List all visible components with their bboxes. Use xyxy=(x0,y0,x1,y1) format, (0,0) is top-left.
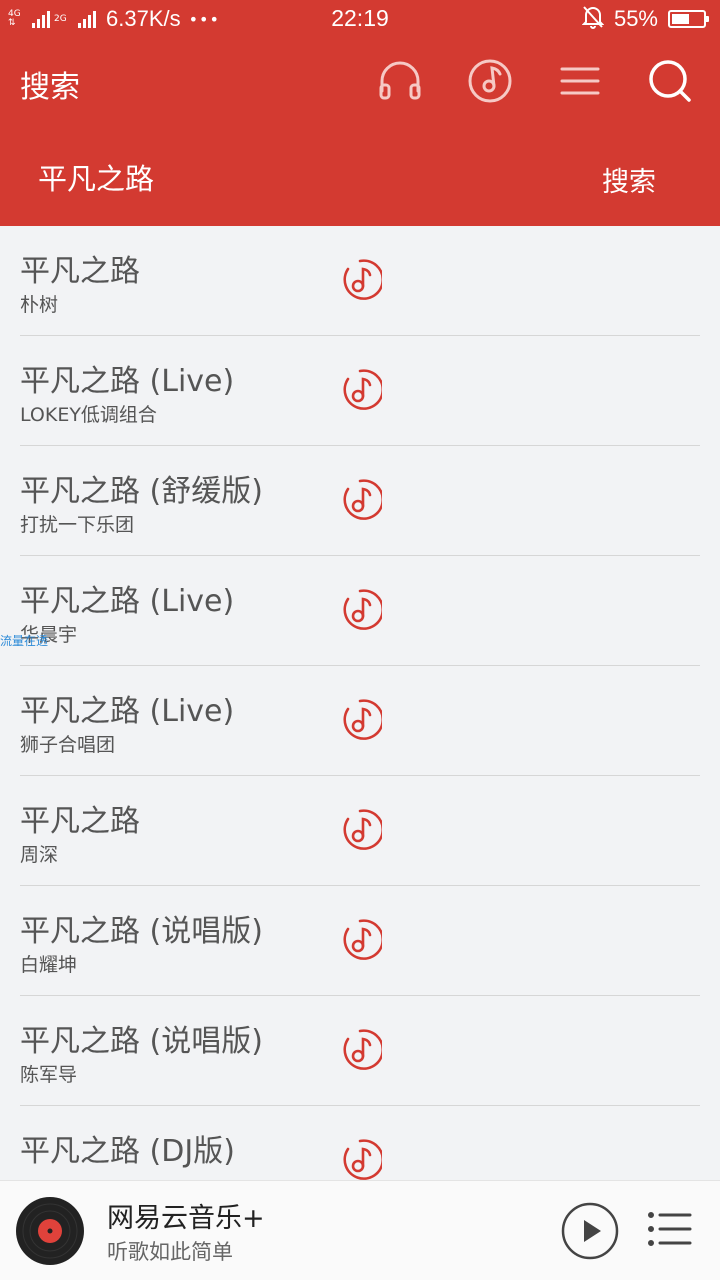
song-title: 平凡之路 (Live) xyxy=(20,694,235,729)
song-artist: 狮子合唱团 xyxy=(20,734,116,756)
headphones-icon[interactable] xyxy=(377,58,423,104)
status-right: 55% xyxy=(581,5,709,33)
play-button[interactable] xyxy=(561,1202,619,1260)
app-header: 搜索 平凡之路 搜索 xyxy=(0,38,720,226)
music-note-play-icon[interactable] xyxy=(338,258,385,302)
music-note-play-icon[interactable] xyxy=(338,808,385,852)
music-note-circle-icon[interactable] xyxy=(467,58,513,104)
watermark-overlay: 流量在透 xyxy=(0,634,49,648)
music-note-play-icon[interactable] xyxy=(338,1138,385,1180)
song-title: 平凡之路 (说唱版) xyxy=(20,914,263,949)
search-input[interactable]: 平凡之路 xyxy=(38,156,154,198)
mute-bell-icon xyxy=(581,5,605,33)
result-row[interactable]: 平凡之路 (Live) 华晨宇 xyxy=(0,556,720,666)
music-note-play-icon[interactable] xyxy=(338,698,385,742)
song-title: 平凡之路 xyxy=(20,254,140,289)
album-disc-icon[interactable] xyxy=(15,1196,85,1266)
battery-icon xyxy=(668,10,709,28)
result-row[interactable]: 平凡之路 周深 xyxy=(0,776,720,886)
result-row[interactable]: 平凡之路 朴树 xyxy=(0,226,720,336)
music-note-play-icon[interactable] xyxy=(338,1028,385,1072)
search-results-list: 平凡之路 朴树 平凡之路 (Live) LOKEY低调组合 平凡之路 (舒缓版) 打扰一下… xyxy=(0,226,720,1180)
song-title: 平凡之路 (DJ版) xyxy=(20,1134,235,1169)
mini-player[interactable]: 网易云音乐+ 听歌如此简单 xyxy=(0,1180,720,1280)
page-title: 搜索 xyxy=(20,70,80,105)
song-title: 平凡之路 (说唱版) xyxy=(20,1024,263,1059)
song-title: 平凡之路 (舒缓版) xyxy=(20,474,263,509)
result-row[interactable]: 平凡之路 (说唱版) 陈军导 xyxy=(0,996,720,1106)
song-title: 平凡之路 (Live) xyxy=(20,364,235,399)
result-row[interactable]: 平凡之路 (舒缓版) 打扰一下乐团 xyxy=(0,446,720,556)
player-title: 网易云音乐+ xyxy=(107,1203,265,1234)
search-button[interactable]: 搜索 xyxy=(602,160,656,199)
playlist-queue-icon[interactable] xyxy=(646,1209,694,1249)
song-artist: 白耀坤 xyxy=(20,954,78,976)
song-artist: LOKEY低调组合 xyxy=(20,404,157,426)
music-note-play-icon[interactable] xyxy=(338,368,385,412)
music-note-play-icon[interactable] xyxy=(338,588,385,632)
search-icon[interactable] xyxy=(647,58,693,104)
song-artist: 周深 xyxy=(20,844,59,866)
result-row[interactable]: 平凡之路 (说唱版) 白耀坤 xyxy=(0,886,720,996)
player-subtitle: 听歌如此简单 xyxy=(107,1240,233,1264)
music-note-play-icon[interactable] xyxy=(338,478,385,522)
music-note-play-icon[interactable] xyxy=(338,918,385,962)
result-row[interactable]: 平凡之路 (Live) 狮子合唱团 xyxy=(0,666,720,776)
status-bar: 4G ⇅ 2G 6.37K/s ••• 22:19 55% xyxy=(0,0,720,38)
song-artist: 打扰一下乐团 xyxy=(20,514,135,536)
song-title: 平凡之路 xyxy=(20,804,140,839)
song-title: 平凡之路 (Live) xyxy=(20,584,235,619)
result-row[interactable]: 平凡之路 (DJ版) xyxy=(0,1106,720,1180)
menu-icon[interactable] xyxy=(557,58,603,104)
result-row[interactable]: 平凡之路 (Live) LOKEY低调组合 xyxy=(0,336,720,446)
song-artist: 陈军导 xyxy=(20,1064,78,1086)
song-artist: 朴树 xyxy=(20,294,59,316)
battery-percent: 55% xyxy=(613,6,658,31)
